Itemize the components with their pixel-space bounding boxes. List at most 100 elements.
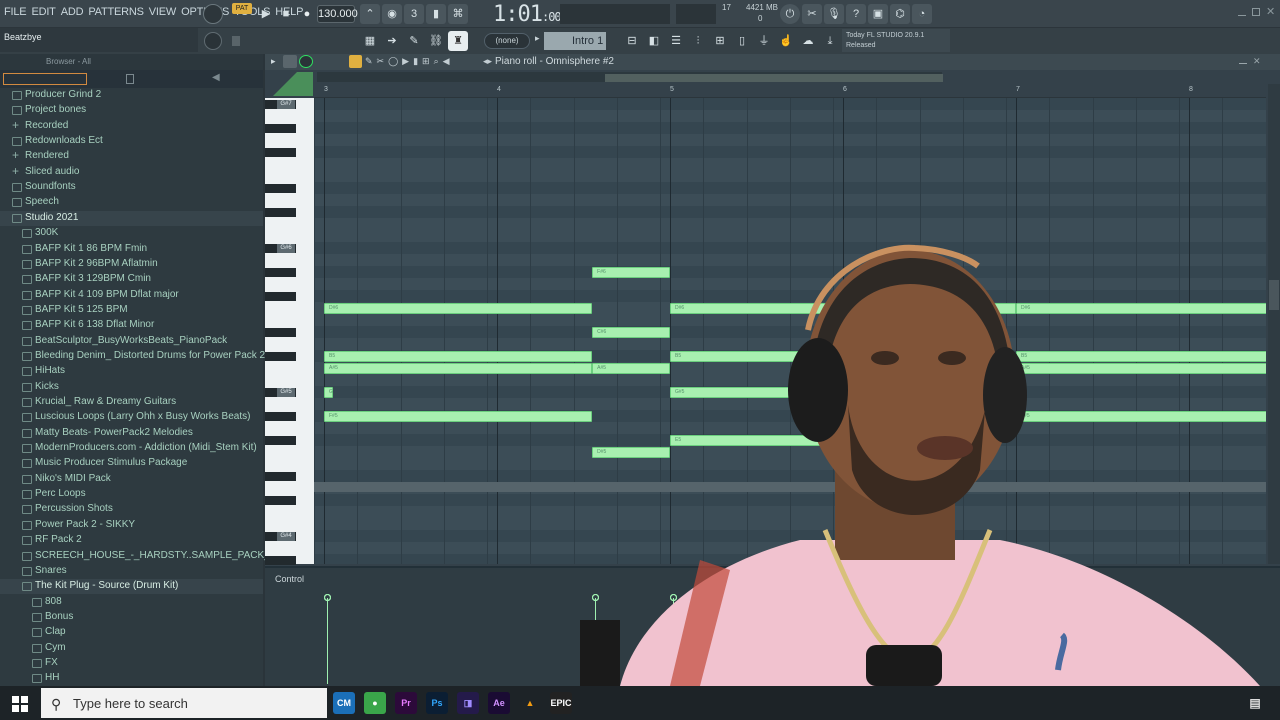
slider-handle[interactable] [232,36,240,46]
pr-minimize-icon[interactable] [1239,56,1247,64]
browser-item[interactable]: Percussion Shots [0,502,263,517]
horizontal-scroll-thumb[interactable] [605,74,943,82]
browser-item[interactable]: Music Producer Stimulus Package [0,456,263,471]
tempo-display[interactable]: 130.000 [317,5,358,23]
browser-item[interactable]: Bleeding Denim_ Distorted Drums for Powe… [0,349,265,364]
microphone-icon[interactable]: 🎙 [824,4,844,24]
browser-item[interactable]: + Sliced audio [0,164,263,180]
browser-tab-file-icon[interactable] [126,74,134,84]
menu-patterns[interactable]: PATTERNS [88,6,144,18]
browser-item[interactable]: BAFP Kit 2 96BPM Aflatmin [0,257,263,272]
menu-file[interactable]: FILE [4,6,27,18]
download-icon[interactable]: ⤓ [820,31,840,51]
browser-item[interactable]: SCREECH_HOUSE_-_HARDSTY..SAMPLE_PACK_FOR… [0,549,347,564]
velocity-handle[interactable] [324,594,331,601]
browser-item[interactable]: Speech [0,195,263,210]
black-key[interactable] [265,496,296,505]
browser-item[interactable]: Kicks [0,380,263,395]
cm-app-icon[interactable]: CM [333,692,355,714]
browser-item[interactable]: Matty Beats- PowerPack2 Melodies [0,426,263,441]
black-key[interactable] [265,268,296,277]
cloud-icon[interactable]: ☁ [798,31,818,51]
pattern-arrow-icon[interactable]: ▸ [535,33,540,44]
browser-item[interactable]: HiHats [0,364,263,379]
browser-item[interactable]: Snares [0,564,263,579]
countdown-icon[interactable]: 3 [404,4,424,24]
midi-note[interactable]: B5 [324,351,593,362]
midi-note[interactable]: F#5 [324,411,593,422]
menu-add[interactable]: ADD [61,6,84,18]
plug-icon[interactable]: ⏚ [754,31,774,51]
after-effects-app-icon[interactable]: Ae [488,692,510,714]
browser-tab-speaker-icon[interactable]: ◀ [212,72,220,83]
stamp-icon[interactable]: ♜ [448,31,468,51]
browser-item[interactable]: Project bones [0,103,263,118]
browser-item[interactable]: Studio 2021 [0,210,263,226]
channel-icon[interactable]: ◧ [644,31,664,51]
black-key[interactable] [265,328,296,337]
zoom-handle[interactable] [273,72,313,96]
browser-item[interactable]: RF Pack 2 [0,533,263,548]
pr-close-icon[interactable]: ✕ [1253,56,1261,67]
pattern-mode-toggle[interactable]: PAT [232,3,252,14]
menu-edit[interactable]: EDIT [31,6,55,18]
news-panel[interactable]: Today FL STUDIO 20.9.1 Released [842,29,950,52]
epic-app-icon[interactable]: EPIC [550,692,572,714]
browser-item[interactable]: The Kit Plug - Source (Drum Kit) [0,579,263,595]
black-key[interactable] [265,184,296,193]
chrome-app-icon[interactable]: ● [364,692,386,714]
snap-selector[interactable]: (none) [484,33,530,49]
chat-icon[interactable]: ◔ [912,4,932,24]
browser-tab-all[interactable] [3,73,87,85]
browser-item[interactable]: Soundfonts [0,180,263,195]
browser-item[interactable]: BAFP Kit 6 138 Dflat Minor [0,318,263,333]
black-key[interactable] [265,148,296,157]
master-volume-knob[interactable] [203,4,223,24]
playlist-icon[interactable]: ➔ [382,31,402,51]
magnet-icon[interactable] [283,55,297,68]
vs-app-icon[interactable]: ◨ [457,692,479,714]
browser-item[interactable]: Luscious Loops (Larry Ohh x Busy Works B… [0,410,263,425]
browser-item[interactable]: Redownloads Ect [0,134,263,149]
browser-icon[interactable]: ☰ [666,31,686,51]
black-key[interactable] [265,208,296,217]
photoshop-app-icon[interactable]: Ps [426,692,448,714]
browser-item[interactable]: ModernProducers.com - Addiction (Midi_St… [0,441,263,456]
plugin-icon[interactable]: ⌬ [890,4,910,24]
midi-note[interactable]: G [324,387,333,398]
main-pitch-knob[interactable] [204,32,222,50]
browser-item[interactable]: + Rendered [0,148,263,164]
velocity-bar[interactable] [327,598,328,684]
black-key[interactable] [265,436,296,445]
close-icon[interactable]: ✕ [1266,5,1275,18]
black-key[interactable] [265,352,296,361]
browser-item[interactable]: Perc Loops [0,487,263,502]
browser-item[interactable]: BAFP Kit 5 125 BPM [0,303,263,318]
browser-item[interactable]: Power Pack 2 - SIKKY [0,518,263,533]
midi-note[interactable]: D#6 [324,303,593,314]
black-key[interactable] [265,556,296,565]
touch-icon[interactable]: ☝ [776,31,796,51]
eq-icon[interactable]: ⫶ [688,31,708,51]
browser-item[interactable]: Cym [0,641,263,656]
browser-item[interactable]: BAFP Kit 1 86 BPM Fmin [0,242,263,257]
vlc-app-icon[interactable]: ▲ [519,692,541,714]
timeline[interactable]: 3 4 5 6 7 8 [314,84,1266,98]
black-key[interactable] [265,472,296,481]
scissors-icon[interactable]: ✂ [802,4,822,24]
power-icon[interactable]: ⏻ [780,4,800,24]
premiere-app-icon[interactable]: Pr [395,692,417,714]
mixer-icon[interactable]: ⊟ [622,31,642,51]
browser-item[interactable]: 300K [0,226,263,241]
pattern-selector[interactable]: Intro 1 [544,32,606,50]
browser-item[interactable]: BAFP Kit 3 129BPM Cmin [0,272,263,287]
notification-icon[interactable]: ▤ [1244,692,1266,714]
browser-item[interactable]: Clap [0,625,263,640]
piano-keys[interactable]: G#7 G#6 G#5 G#4 [265,98,314,565]
blend-notes-icon[interactable]: ⌘ [448,4,468,24]
step-edit-icon[interactable]: ▮ [426,4,446,24]
link-icon[interactable]: ⛓ [426,31,446,51]
record-automation-icon[interactable] [299,55,313,68]
browser-item[interactable]: Krucial_ Raw & Dreamy Guitars [0,395,263,410]
pencil-tool-icon[interactable] [349,55,362,68]
